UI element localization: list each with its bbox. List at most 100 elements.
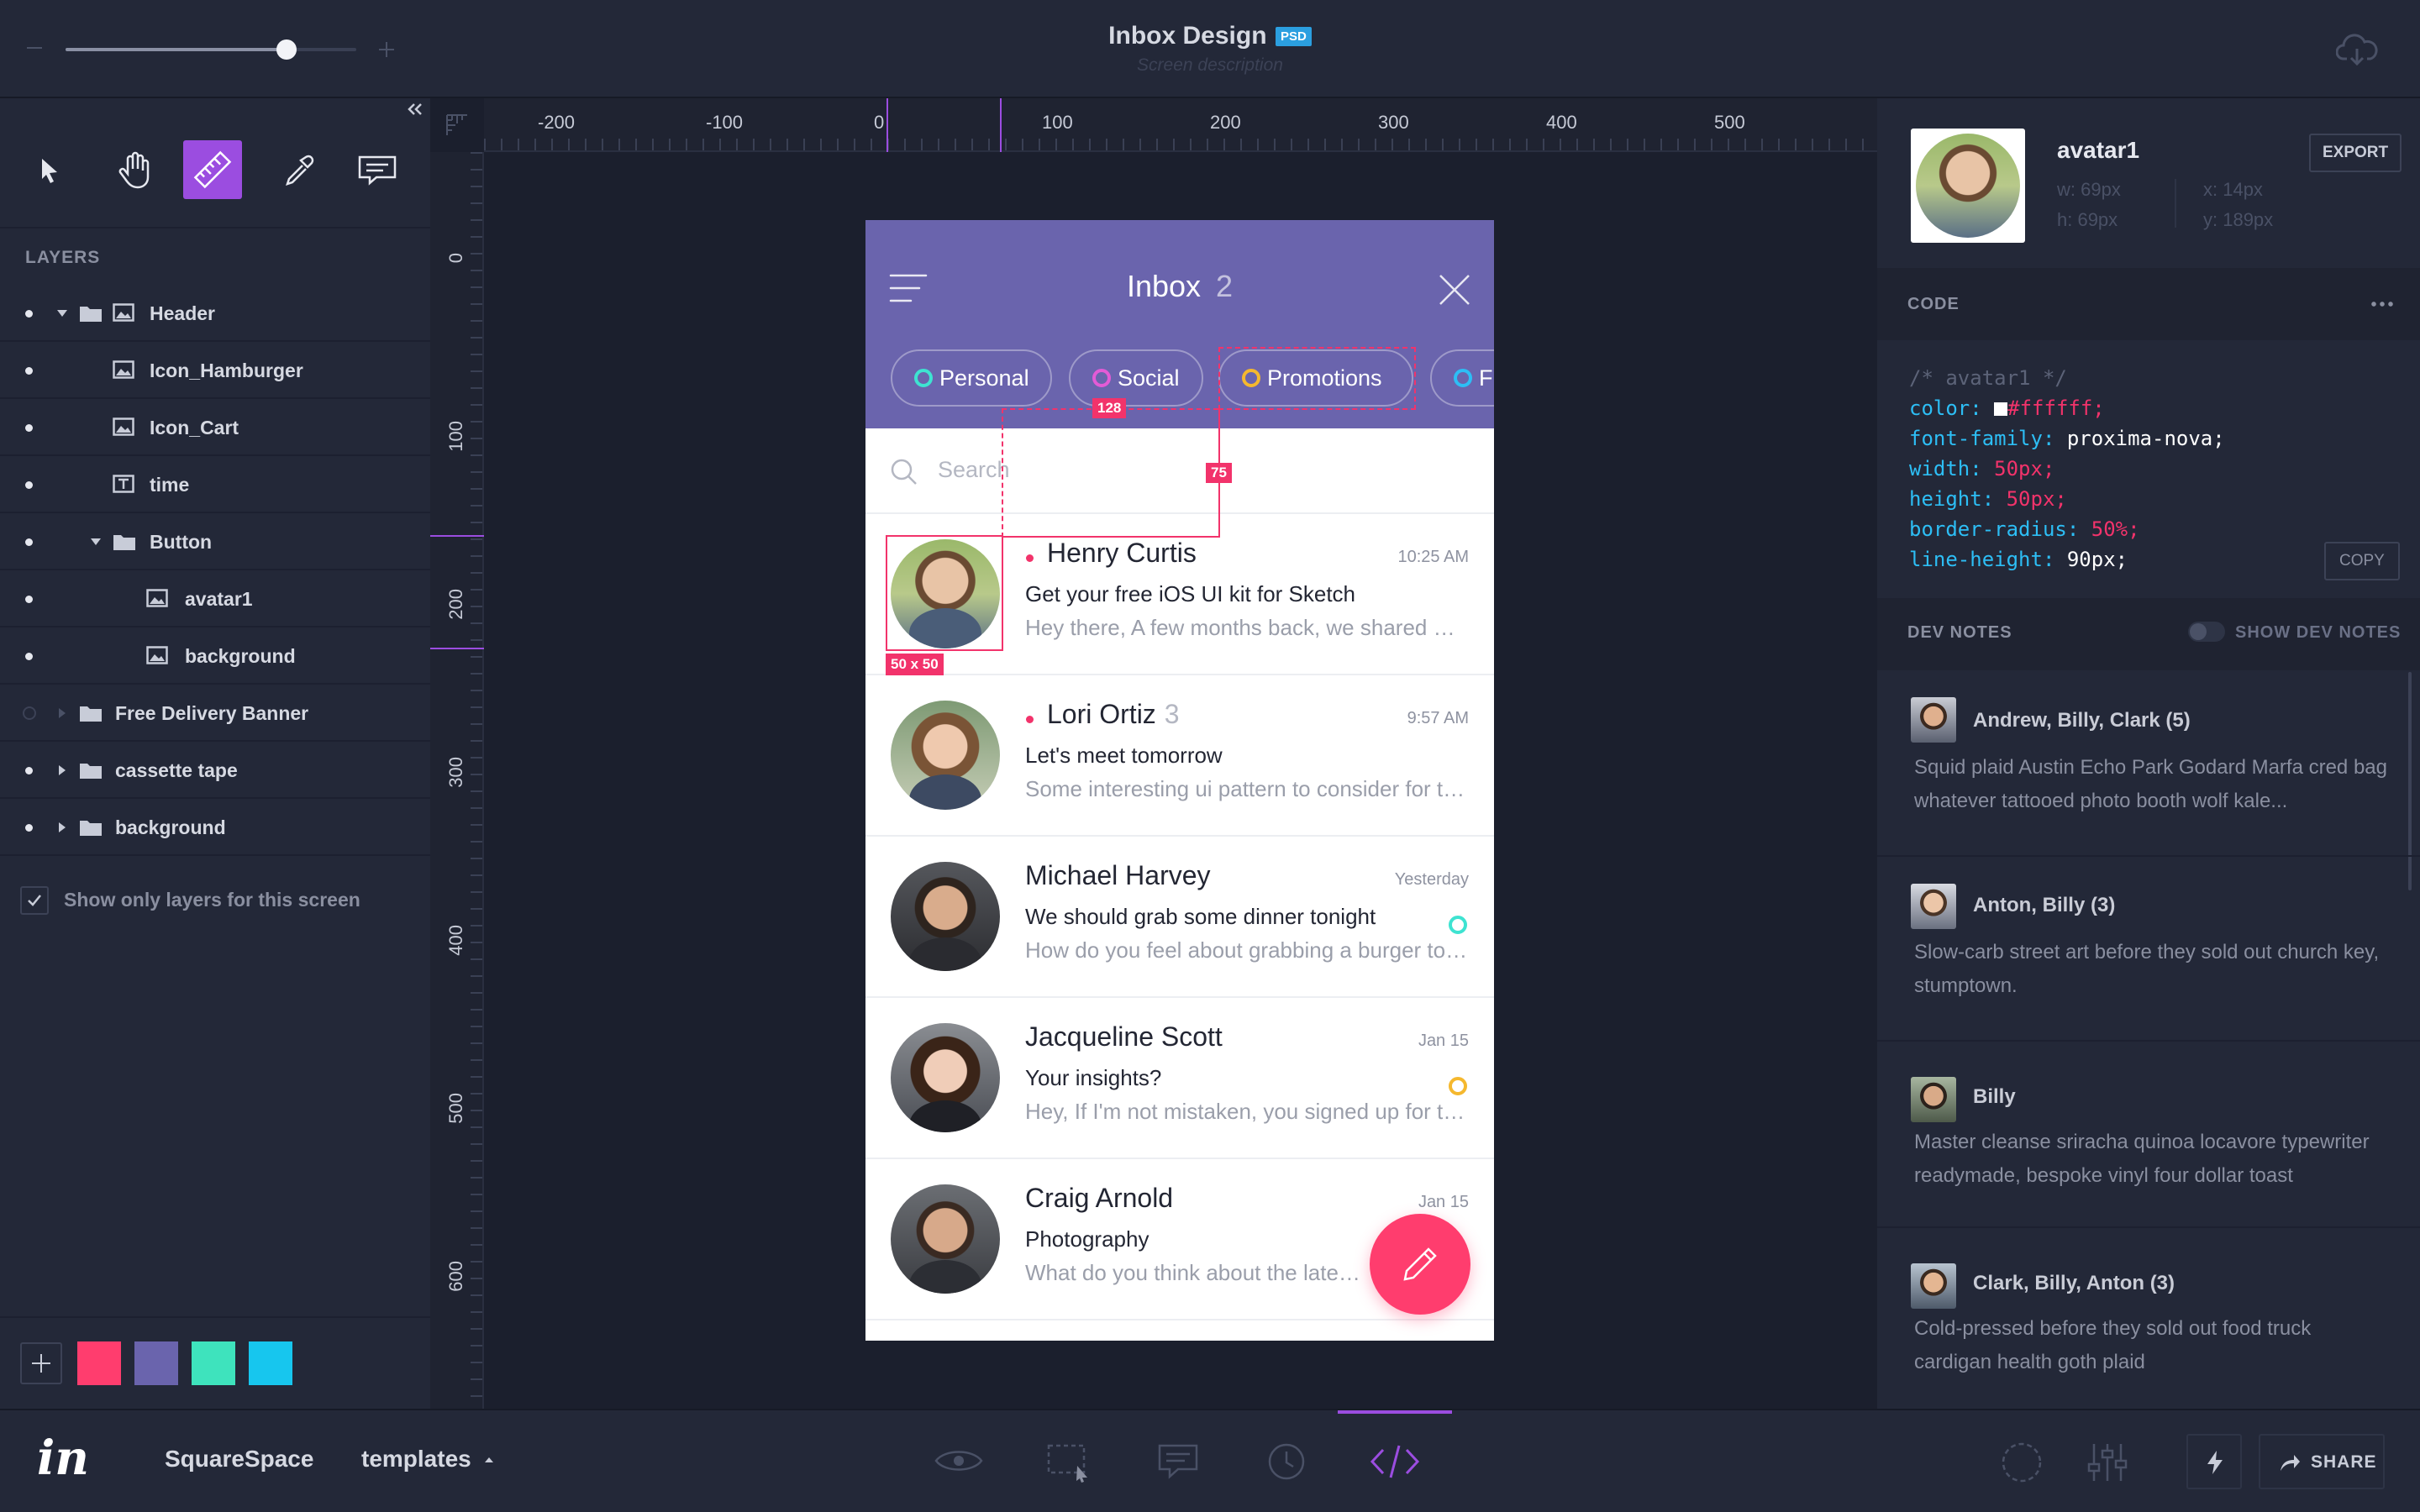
cloud-download-icon[interactable] (2336, 34, 2378, 67)
layer-row[interactable]: Icon_Hamburger (0, 342, 430, 399)
note-body: Squid plaid Austin Echo Park Godard Marf… (1914, 756, 2387, 812)
eyedropper-icon[interactable] (269, 140, 328, 199)
layer-row[interactable]: Icon_Cart (0, 399, 430, 456)
layer-row[interactable]: avatar1 (0, 570, 430, 627)
color-swatch[interactable] (192, 1341, 235, 1385)
x-value: x: 14px (2203, 179, 2263, 200)
show-only-checkbox[interactable] (20, 886, 49, 915)
avatar[interactable] (891, 701, 1000, 810)
top-bar: Inbox Design PSD Screen description (0, 0, 2420, 98)
avatar[interactable] (891, 862, 1000, 971)
visibility-toggle[interactable] (25, 596, 33, 603)
color-swatch[interactable] (134, 1341, 178, 1385)
code-header: CODE (1877, 268, 2420, 340)
zoom-out-icon[interactable] (27, 47, 42, 49)
ruler-label: -100 (706, 112, 744, 133)
layer-label: avatar1 (185, 588, 253, 610)
inspect-mode-code-icon[interactable] (1370, 1442, 1420, 1481)
message-preview: Some interesting ui pattern to consider … (1025, 776, 1470, 801)
settings-sliders-icon[interactable] (2084, 1441, 2131, 1484)
status-circle-icon (1449, 916, 1467, 934)
expand-caret-icon[interactable] (59, 822, 66, 832)
vertical-ruler[interactable]: 0 100 200 300 400 500 600 (430, 152, 484, 1409)
ruler-corner-icon[interactable] (430, 112, 484, 139)
dev-note[interactable]: Anton, Billy (3) Slow-carb street art be… (1877, 857, 2420, 1042)
more-options-icon[interactable] (2370, 302, 2393, 307)
expand-caret-icon[interactable] (91, 538, 101, 545)
zoom-slider-handle[interactable] (276, 39, 297, 60)
dev-note[interactable]: Andrew, Billy, Clark (5) Squid plaid Aus… (1877, 672, 2420, 857)
status-circle-icon[interactable] (2000, 1441, 2044, 1484)
visibility-toggle[interactable] (25, 310, 33, 318)
copy-button[interactable]: COPY (2324, 542, 2400, 580)
export-button[interactable]: EXPORT (2309, 134, 2402, 172)
avatar[interactable] (891, 1184, 1000, 1294)
layer-row[interactable]: background (0, 627, 430, 685)
tab-social[interactable]: Social (1069, 349, 1203, 407)
add-color-button[interactable] (20, 1342, 62, 1384)
layer-row[interactable]: Button (0, 513, 430, 570)
visibility-toggle[interactable] (25, 481, 33, 489)
compose-button[interactable] (1370, 1214, 1470, 1315)
color-swatch[interactable] (249, 1341, 292, 1385)
hand-icon[interactable] (104, 140, 163, 199)
horizontal-ruler[interactable]: -200 -100 0 100 200 300 400 500 (446, 98, 1877, 152)
code-prop: font-family: (1909, 427, 2055, 450)
comment-mode-icon[interactable] (1155, 1441, 1202, 1481)
tab-more[interactable]: Fi (1430, 349, 1494, 407)
build-mode-select-icon[interactable] (1045, 1441, 1092, 1483)
expand-caret-icon[interactable] (57, 310, 67, 317)
visibility-toggle[interactable] (25, 424, 33, 432)
zoom-slider[interactable] (66, 39, 356, 60)
invision-logo[interactable]: in (37, 1431, 89, 1486)
pointer-icon[interactable] (20, 140, 79, 199)
ruler-label: 100 (445, 421, 466, 452)
layer-row[interactable]: Header (0, 285, 430, 342)
visibility-toggle[interactable] (25, 653, 33, 660)
expand-caret-icon[interactable] (59, 708, 66, 718)
code-prop: color: (1909, 396, 1982, 420)
visibility-toggle[interactable] (25, 367, 33, 375)
message-row[interactable]: Jacqueline Scott Your insights? Hey, If … (865, 1000, 1494, 1159)
templates-menu[interactable]: templates (361, 1446, 493, 1473)
visibility-toggle[interactable] (25, 824, 33, 832)
preview-mode-eye-icon[interactable] (933, 1444, 985, 1478)
project-name[interactable]: SquareSpace (165, 1446, 313, 1473)
message-time: Yesterday (1394, 870, 1469, 889)
visibility-toggle[interactable] (25, 538, 33, 546)
visibility-toggle[interactable] (25, 767, 33, 774)
history-mode-clock-icon[interactable] (1265, 1441, 1307, 1483)
color-swatch[interactable] (77, 1341, 121, 1385)
layer-row[interactable]: time (0, 456, 430, 513)
bottom-bar: in SquareSpace templates SHARE (0, 1409, 2420, 1512)
message-subject: Get your free iOS UI kit for Sketch (1025, 581, 1356, 606)
screen-description[interactable]: Screen description (992, 55, 1428, 76)
image-icon (113, 417, 134, 436)
dev-notes-toggle[interactable] (2188, 622, 2225, 642)
psd-badge[interactable]: PSD (1275, 27, 1312, 46)
dev-note[interactable]: Billy Master cleanse sriracha quinoa loc… (1877, 1042, 2420, 1228)
collapse-panel-icon[interactable] (407, 103, 424, 115)
dev-note[interactable]: Clark, Billy, Anton (3) Cold-pressed bef… (1877, 1228, 2420, 1409)
layer-row[interactable]: Free Delivery Banner (0, 685, 430, 742)
search-bar[interactable]: Search (865, 428, 1494, 514)
status-circle-icon (1449, 1077, 1467, 1095)
ruler-tool[interactable] (183, 140, 242, 199)
share-button[interactable]: SHARE (2259, 1434, 2385, 1489)
tab-personal[interactable]: Personal (891, 349, 1052, 407)
zoom-in-icon[interactable] (379, 42, 394, 57)
layer-row[interactable]: cassette tape (0, 742, 430, 799)
show-only-label[interactable]: Show only layers for this screen (64, 889, 360, 911)
show-dev-notes-label[interactable]: SHOW DEV NOTES (2235, 623, 2401, 643)
layer-row[interactable]: background (0, 799, 430, 856)
avatar[interactable] (891, 1023, 1000, 1132)
lightning-button[interactable] (2186, 1434, 2242, 1489)
circle-icon (1454, 369, 1472, 387)
comment-icon[interactable] (348, 140, 407, 199)
message-row[interactable]: Michael Harvey We should grab some dinne… (865, 838, 1494, 998)
message-row[interactable]: Lori Ortiz 3 Let's meet tomorrow Some int… (865, 677, 1494, 837)
expand-caret-icon[interactable] (59, 765, 66, 775)
close-icon[interactable] (1437, 272, 1472, 307)
visibility-toggle[interactable] (23, 706, 36, 720)
message-time: Jan 15 (1418, 1032, 1469, 1050)
